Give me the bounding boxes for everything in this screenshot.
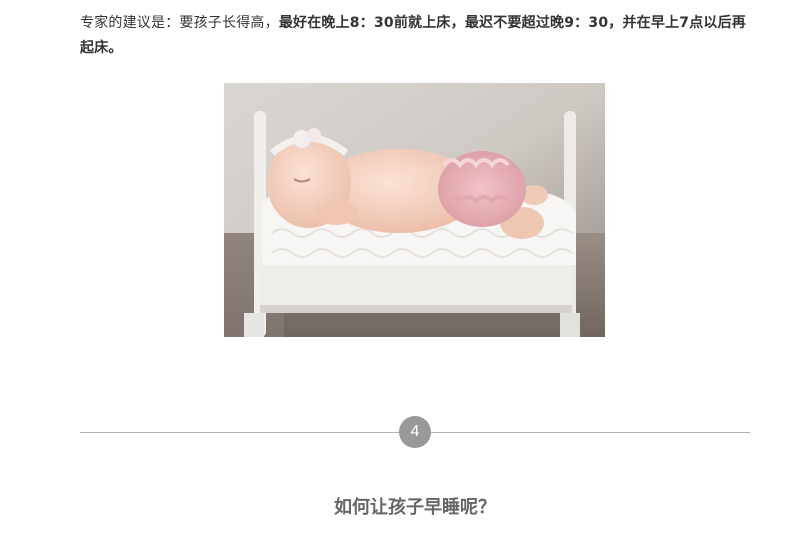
article-body: 专家的建议是：要孩子长得高，最好在晚上8：30前就上床，最迟不要超过晚9：30，… — [80, 0, 750, 540]
section-divider: 4 — [80, 416, 750, 448]
section-number-badge: 4 — [399, 416, 431, 448]
section-heading: 如何让孩子早睡呢？ — [334, 497, 496, 518]
sleeping-baby-photo — [224, 83, 605, 337]
advice-text-plain: 专家的建议是：要孩子长得高， — [80, 15, 279, 31]
advice-paragraph: 专家的建议是：要孩子长得高，最好在晚上8：30前就上床，最迟不要超过晚9：30，… — [80, 11, 750, 61]
